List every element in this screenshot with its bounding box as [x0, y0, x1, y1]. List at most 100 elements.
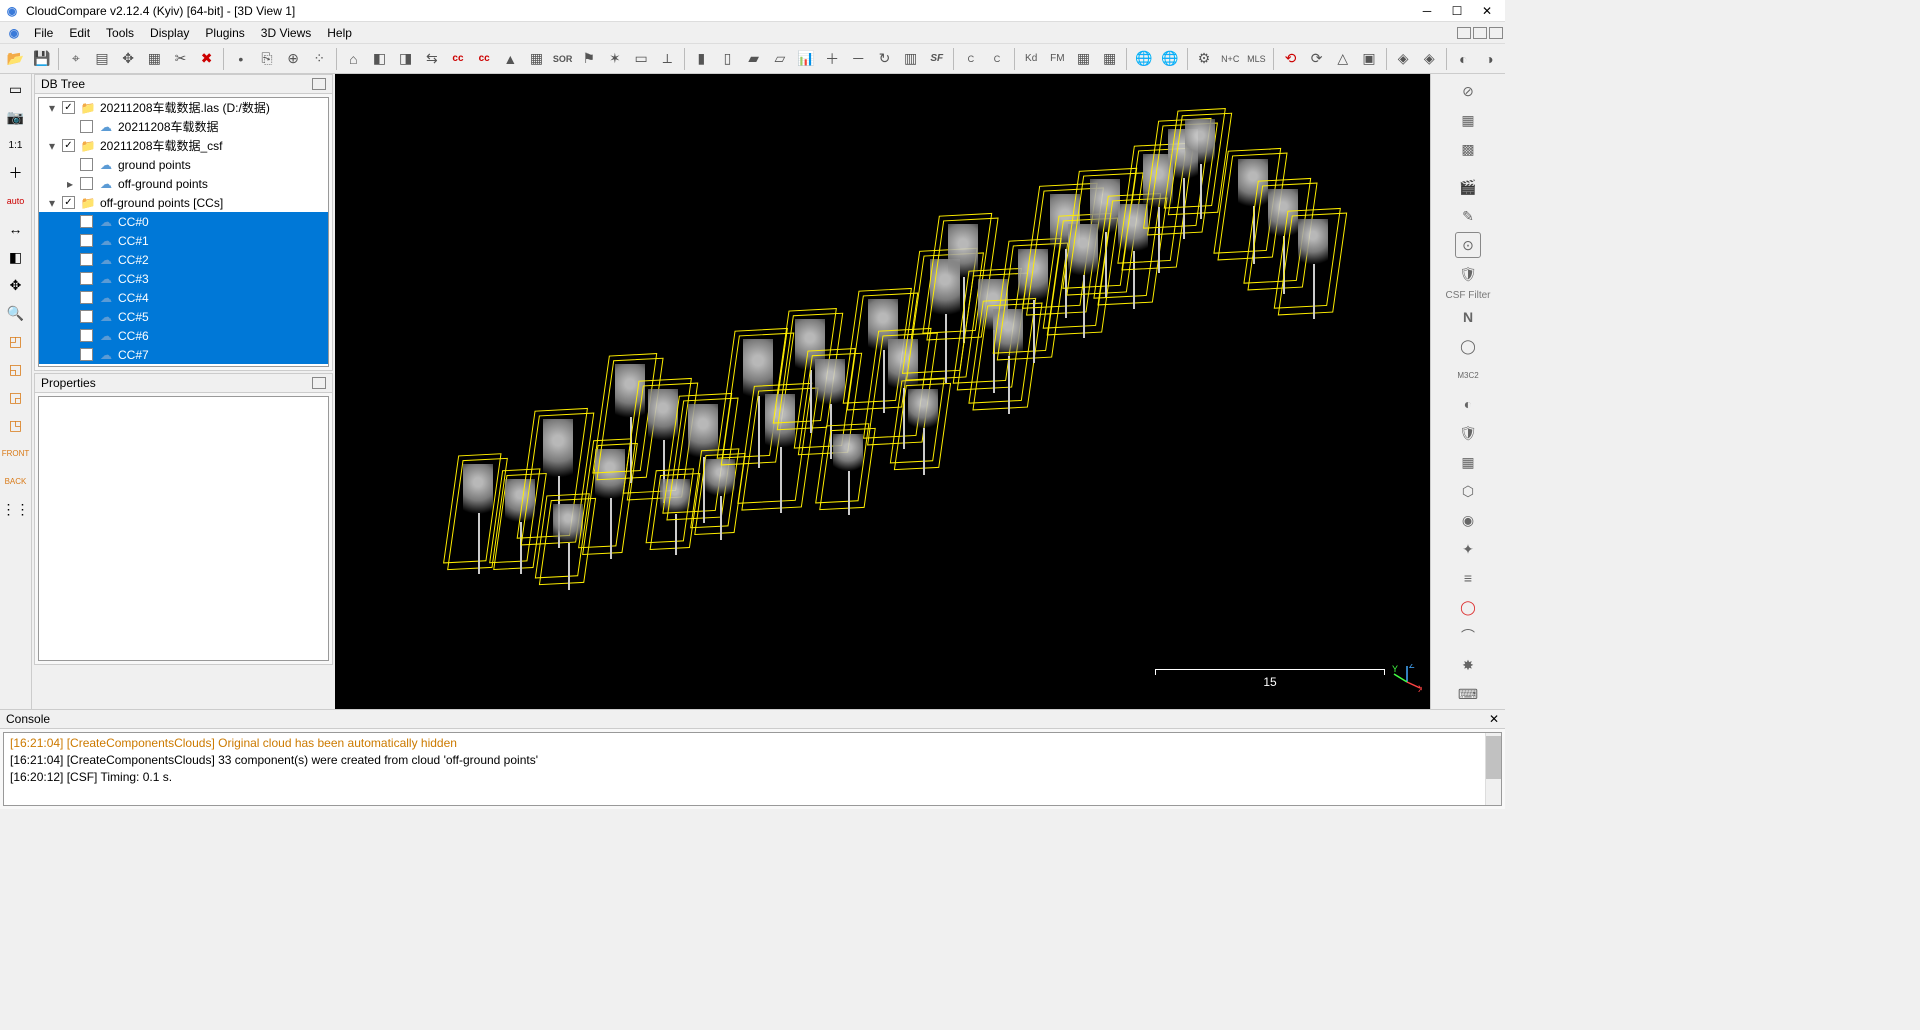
view-persp-icon[interactable]: ▭ — [3, 76, 29, 102]
rasterize-icon[interactable]: ▦ — [524, 46, 549, 72]
canupo-classify-icon[interactable]: C — [984, 46, 1009, 72]
plugin-ransac-icon[interactable]: ✦ — [1455, 536, 1481, 562]
checkbox[interactable] — [80, 120, 93, 133]
scale-icon[interactable]: ⟂ — [655, 46, 680, 72]
clip-icon[interactable]: ▣ — [1356, 46, 1381, 72]
convert-icon[interactable]: ↻ — [872, 46, 897, 72]
expand-icon[interactable]: ▾ — [45, 101, 59, 115]
expand-icon[interactable]: ▾ — [45, 139, 59, 153]
tool-extra2-icon[interactable]: ◈ — [1417, 46, 1442, 72]
menu-file[interactable]: File — [26, 24, 61, 42]
checkbox[interactable]: ✓ — [62, 101, 75, 114]
dbtree-float-button[interactable] — [312, 78, 326, 90]
plugin-hpr-icon[interactable]: ◯ — [1455, 333, 1481, 359]
console-body[interactable]: [16:21:04] [CreateComponentsClouds] Orig… — [3, 732, 1502, 806]
delete-icon[interactable]: ✖ — [194, 46, 219, 72]
view-bottom-icon[interactable]: ◱ — [3, 356, 29, 382]
raster-icon[interactable]: ▦ — [1071, 46, 1096, 72]
checkbox[interactable] — [80, 177, 93, 190]
plugin-compass-icon[interactable]: ⊙ — [1455, 232, 1481, 258]
menu-plugins[interactable]: Plugins — [197, 24, 252, 42]
plugin-pcv-icon[interactable]: ◐ — [1455, 391, 1481, 417]
globe2-icon[interactable]: 🌐 — [1157, 46, 1182, 72]
camera-icon[interactable]: ▭ — [629, 46, 654, 72]
plugin-clapperboard-icon[interactable]: 🎬 — [1455, 174, 1481, 200]
pick-icon[interactable]: ⌖ — [63, 46, 88, 72]
mls-icon[interactable]: MLS — [1244, 46, 1269, 72]
register-icon[interactable]: ◧ — [367, 46, 392, 72]
checkbox[interactable]: ✓ — [80, 310, 93, 323]
gblsensor-icon[interactable]: ✶ — [602, 46, 627, 72]
gear-icon[interactable]: ⚙ — [1191, 46, 1216, 72]
view-rotate-icon[interactable]: ↔ — [3, 216, 29, 242]
console-close-button[interactable]: ✕ — [1489, 712, 1499, 726]
seg2-icon[interactable]: ⟲ — [1278, 46, 1303, 72]
properties-float-button[interactable] — [312, 377, 326, 389]
view-right-icon[interactable]: ◳ — [3, 412, 29, 438]
view-auto-icon[interactable]: auto — [3, 188, 29, 214]
view-front-icon[interactable]: FRONT — [3, 440, 29, 466]
3d-viewport[interactable]: 15 Z X Y — [335, 74, 1430, 709]
checkbox[interactable]: ✓ — [80, 329, 93, 342]
tree-row[interactable]: ▾✓📁20211208车载数据.las (D:/数据) — [39, 98, 328, 117]
tree-row[interactable]: ▾✓📁off-ground points [CCs] — [39, 193, 328, 212]
zoom-icon[interactable]: 🔍 — [3, 300, 29, 326]
cross-section-icon[interactable]: ✂ — [168, 46, 193, 72]
plugin-grid-icon[interactable]: ▦ — [1455, 449, 1481, 475]
maximize-button[interactable]: ☐ — [1443, 2, 1471, 20]
plugin-broom-icon[interactable]: ▦ — [1455, 107, 1481, 133]
canupo-create-icon[interactable]: C — [958, 46, 983, 72]
view-move-icon[interactable]: ✥ — [3, 272, 29, 298]
view-reset-icon[interactable]: ◧ — [3, 244, 29, 270]
pair-icon[interactable]: ⇆ — [419, 46, 444, 72]
pointlist-icon[interactable]: • — [228, 46, 253, 72]
view-back-icon[interactable]: BACK — [3, 468, 29, 494]
tree-row[interactable]: ✓☁CC#7 — [39, 345, 328, 364]
view-1to1-icon[interactable]: 1:1 — [3, 132, 29, 158]
plugin-arch-icon[interactable]: ⌒ — [1455, 623, 1481, 649]
plugin-target-icon[interactable]: ✸ — [1455, 652, 1481, 678]
globe1-icon[interactable]: 🌐 — [1131, 46, 1156, 72]
level-icon[interactable]: ▤ — [89, 46, 114, 72]
plugin-m3c2-icon[interactable]: M3C2 — [1455, 362, 1481, 388]
properties-header[interactable]: Properties — [35, 374, 332, 393]
histogram-icon[interactable]: ▮ — [689, 46, 714, 72]
subsample-icon[interactable]: ⁘ — [307, 46, 332, 72]
checkbox[interactable] — [80, 158, 93, 171]
tree-row[interactable]: ✓☁CC#4 — [39, 288, 328, 307]
hull-icon[interactable]: ⟳ — [1304, 46, 1329, 72]
console-header[interactable]: Console ✕ — [0, 710, 1505, 729]
menu-3dviews[interactable]: 3D Views — [253, 24, 319, 42]
segment-icon[interactable]: ▦ — [142, 46, 167, 72]
tool-extra4-icon[interactable]: ◑ — [1477, 46, 1502, 72]
menu-help[interactable]: Help — [319, 24, 360, 42]
mdi-maximize-button[interactable] — [1473, 27, 1487, 39]
tree-row[interactable]: ▸☁off-ground points — [39, 174, 328, 193]
menu-display[interactable]: Display — [142, 24, 197, 42]
tree-row[interactable]: ☁ground points — [39, 155, 328, 174]
plugin-canupo-icon[interactable]: ▩ — [1455, 136, 1481, 162]
minus-icon[interactable]: － — [846, 46, 871, 72]
checkbox[interactable]: ✓ — [62, 196, 75, 209]
plugin-ellipse-icon[interactable]: ◯ — [1455, 594, 1481, 620]
save-icon[interactable]: 💾 — [29, 46, 54, 72]
primitive-icon[interactable]: ▲ — [498, 46, 523, 72]
csv-icon[interactable]: ▦ — [1097, 46, 1122, 72]
fit-icon[interactable]: ⌂ — [341, 46, 366, 72]
tree-row[interactable]: ✓☁CC#6 — [39, 326, 328, 345]
tree-row[interactable]: ✓☁CC#2 — [39, 250, 328, 269]
plus-icon[interactable]: ＋ — [820, 46, 845, 72]
dbtree-header[interactable]: DB Tree — [35, 75, 332, 94]
plugin-rgb-icon[interactable]: ◉ — [1455, 507, 1481, 533]
view-top-icon[interactable]: ◰ — [3, 328, 29, 354]
plugin-keyboard-icon[interactable]: ⌨ — [1455, 681, 1481, 707]
merge-icon[interactable]: ⊕ — [281, 46, 306, 72]
tree-row[interactable]: ✓☁CC#5 — [39, 307, 328, 326]
checkbox[interactable]: ✓ — [80, 215, 93, 228]
checkbox[interactable]: ✓ — [80, 253, 93, 266]
filter-icon[interactable]: ▱ — [767, 46, 792, 72]
sfpalette-icon[interactable]: ▥ — [898, 46, 923, 72]
checkbox[interactable]: ✓ — [80, 348, 93, 361]
tree-row[interactable]: ✓☁CC#1 — [39, 231, 328, 250]
sor-icon[interactable]: SOR — [550, 46, 575, 72]
